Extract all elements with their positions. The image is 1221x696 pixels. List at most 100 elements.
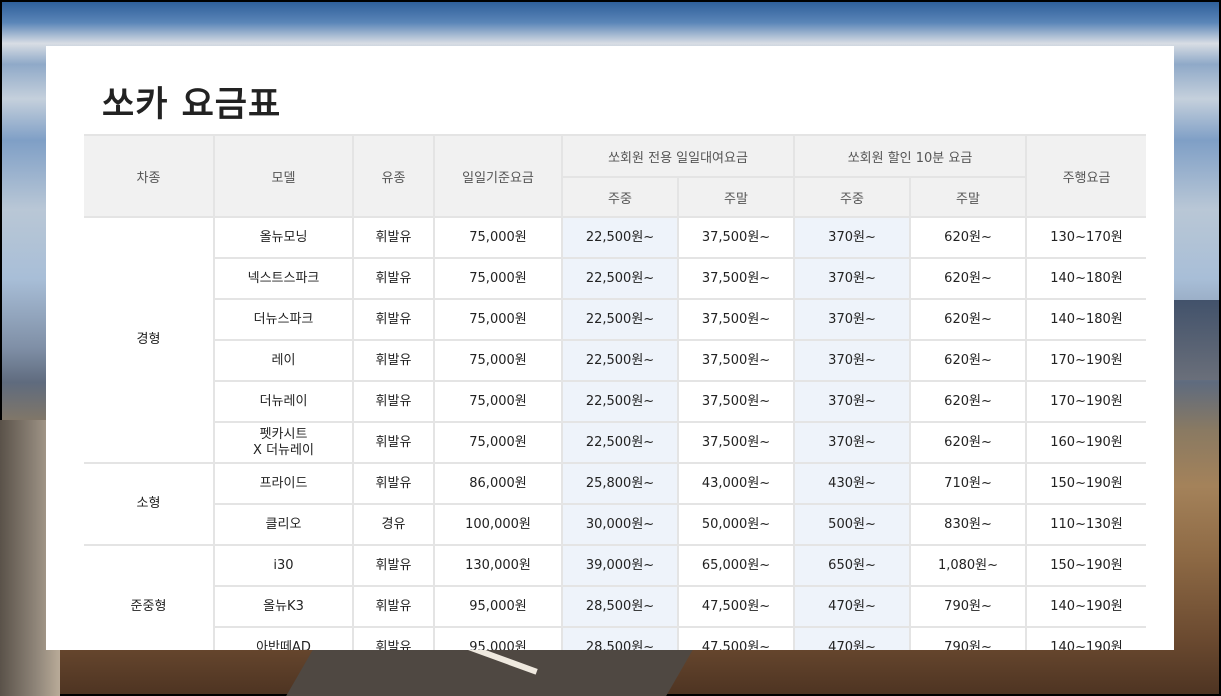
daily-base-cell: 75,000원 bbox=[433, 257, 563, 300]
header-daily-weekday: 주중 bbox=[561, 176, 679, 218]
tenmin-weekday-cell: 500원~ bbox=[793, 503, 912, 546]
tenmin-weekday-cell: 470원~ bbox=[793, 585, 912, 628]
daily-weekday-cell: 30,000원~ bbox=[561, 503, 679, 546]
header-member-10min: 쏘회원 할인 10분 요금 bbox=[793, 134, 1028, 178]
header-driving-fee: 주행요금 bbox=[1025, 134, 1147, 218]
page-title: 쏘카 요금표 bbox=[102, 85, 282, 125]
table-row: 클리오 경유 100,000원 30,000원~ 50,000원~ 500원~ 830원~ 1… bbox=[84, 503, 1147, 546]
tenmin-weekday-cell: 430원~ bbox=[793, 462, 912, 505]
driving-fee-cell: 140~180원 bbox=[1025, 298, 1147, 341]
daily-base-cell: 75,000원 bbox=[433, 216, 563, 259]
daily-base-cell: 75,000원 bbox=[433, 421, 563, 464]
daily-weekday-cell: 22,500원~ bbox=[561, 421, 679, 464]
model-cell: 클리오 bbox=[213, 503, 354, 546]
driving-fee-cell: 150~190원 bbox=[1025, 462, 1147, 505]
tenmin-weekday-cell: 370원~ bbox=[793, 339, 912, 382]
model-cell: 올뉴K3 bbox=[213, 585, 354, 628]
model-cell: 올뉴모닝 bbox=[213, 216, 354, 259]
header-10min-weekday: 주중 bbox=[793, 176, 912, 218]
daily-base-cell: 95,000원 bbox=[433, 585, 563, 628]
table-row: 레이 휘발유 75,000원 22,500원~ 37,500원~ 370원~ 620원~ 17… bbox=[84, 339, 1147, 382]
model-cell: 아반떼AD bbox=[213, 626, 354, 650]
daily-weekend-cell: 47,500원~ bbox=[676, 585, 796, 628]
fuel-cell: 휘발유 bbox=[352, 421, 435, 464]
daily-base-cell: 75,000원 bbox=[433, 339, 563, 382]
driving-fee-cell: 170~190원 bbox=[1025, 339, 1147, 382]
daily-base-cell: 95,000원 bbox=[433, 626, 563, 650]
tenmin-weekend-cell: 790원~ bbox=[909, 626, 1028, 650]
table-row: 경형 올뉴모닝 휘발유 75,000원 22,500원~ 37,500원~ 370원~ 620… bbox=[84, 216, 1147, 464]
category-cell: 경형 bbox=[84, 216, 215, 464]
driving-fee-cell: 140~180원 bbox=[1025, 257, 1147, 300]
header-model: 모델 bbox=[213, 134, 354, 218]
content-panel: 쏘카 요금표 차종 모델 유종 일일기준요금 쏘회원 전용 일일대여요금 쏘회원… bbox=[46, 46, 1174, 650]
daily-weekend-cell: 65,000원~ bbox=[676, 544, 796, 587]
daily-weekday-cell: 28,500원~ bbox=[561, 585, 679, 628]
fuel-cell: 휘발유 bbox=[352, 544, 435, 587]
driving-fee-cell: 140~190원 bbox=[1025, 626, 1147, 650]
tenmin-weekday-cell: 370원~ bbox=[793, 421, 912, 464]
driving-fee-cell: 170~190원 bbox=[1025, 380, 1147, 423]
daily-weekend-cell: 37,500원~ bbox=[676, 421, 796, 464]
fuel-cell: 휘발유 bbox=[352, 626, 435, 650]
fuel-cell: 휘발유 bbox=[352, 216, 435, 259]
header-member-daily: 쏘회원 전용 일일대여요금 bbox=[560, 134, 796, 178]
header-vehicle-type: 차종 bbox=[84, 134, 215, 218]
category-cell: 준중형 bbox=[84, 544, 215, 650]
table-row: 아반떼AD 휘발유 95,000원 28,500원~ 47,500원~ 470원~ 790원… bbox=[84, 626, 1147, 650]
tenmin-weekend-cell: 620원~ bbox=[909, 339, 1028, 382]
table-row: 펫카시트 X 더뉴레이 휘발유 75,000원 22,500원~ 37,500원~ 370… bbox=[84, 421, 1147, 464]
tenmin-weekend-cell: 790원~ bbox=[909, 585, 1028, 628]
header-10min-weekend: 주말 bbox=[909, 176, 1028, 218]
tenmin-weekend-cell: 620원~ bbox=[909, 298, 1028, 341]
fare-table-body: 경형 올뉴모닝 휘발유 75,000원 22,500원~ 37,500원~ 370원~ 620… bbox=[84, 216, 1147, 650]
fuel-cell: 휘발유 bbox=[352, 339, 435, 382]
daily-weekday-cell: 22,500원~ bbox=[561, 339, 679, 382]
daily-weekend-cell: 43,000원~ bbox=[676, 462, 796, 505]
daily-weekend-cell: 37,500원~ bbox=[676, 339, 796, 382]
daily-base-cell: 130,000원 bbox=[433, 544, 563, 587]
driving-fee-cell: 130~170원 bbox=[1025, 216, 1147, 259]
model-cell: 더뉴레이 bbox=[213, 380, 354, 423]
tenmin-weekend-cell: 620원~ bbox=[909, 421, 1028, 464]
daily-weekend-cell: 50,000원~ bbox=[676, 503, 796, 546]
table-row: 준중형 i30 휘발유 130,000원 39,000원~ 65,000원~ 650원~ 1,… bbox=[84, 544, 1147, 650]
fuel-cell: 휘발유 bbox=[352, 380, 435, 423]
driving-fee-cell: 110~130원 bbox=[1025, 503, 1147, 546]
tenmin-weekday-cell: 370원~ bbox=[793, 216, 912, 259]
model-cell: 레이 bbox=[213, 339, 354, 382]
tenmin-weekend-cell: 620원~ bbox=[909, 380, 1028, 423]
daily-weekday-cell: 25,800원~ bbox=[561, 462, 679, 505]
tenmin-weekday-cell: 370원~ bbox=[793, 380, 912, 423]
daily-base-cell: 75,000원 bbox=[433, 380, 563, 423]
header-fuel: 유종 bbox=[352, 134, 435, 218]
daily-weekend-cell: 37,500원~ bbox=[676, 216, 796, 259]
tenmin-weekend-cell: 710원~ bbox=[909, 462, 1028, 505]
model-cell: 넥스트스파크 bbox=[213, 257, 354, 300]
tenmin-weekday-cell: 470원~ bbox=[793, 626, 912, 650]
daily-weekend-cell: 37,500원~ bbox=[676, 298, 796, 341]
model-cell: 펫카시트 X 더뉴레이 bbox=[213, 421, 354, 464]
tenmin-weekend-cell: 1,080원~ bbox=[909, 544, 1028, 587]
model-cell: 프라이드 bbox=[213, 462, 354, 505]
table-row: 소형 프라이드 휘발유 86,000원 25,800원~ 43,000원~ 430원~ 710… bbox=[84, 462, 1147, 546]
tenmin-weekday-cell: 650원~ bbox=[793, 544, 912, 587]
table-row: 넥스트스파크 휘발유 75,000원 22,500원~ 37,500원~ 370원~ 620… bbox=[84, 257, 1147, 300]
tenmin-weekend-cell: 620원~ bbox=[909, 216, 1028, 259]
model-cell: i30 bbox=[213, 544, 354, 587]
category-cell: 소형 bbox=[84, 462, 215, 546]
daily-base-cell: 75,000원 bbox=[433, 298, 563, 341]
background-mountains bbox=[1171, 300, 1219, 380]
daily-base-cell: 100,000원 bbox=[433, 503, 563, 546]
daily-weekday-cell: 22,500원~ bbox=[561, 380, 679, 423]
daily-weekday-cell: 22,500원~ bbox=[561, 257, 679, 300]
table-row: 더뉴스파크 휘발유 75,000원 22,500원~ 37,500원~ 370원~ 620원… bbox=[84, 298, 1147, 341]
header-daily-base: 일일기준요금 bbox=[433, 134, 563, 218]
daily-weekday-cell: 22,500원~ bbox=[561, 298, 679, 341]
driving-fee-cell: 140~190원 bbox=[1025, 585, 1147, 628]
fuel-cell: 휘발유 bbox=[352, 298, 435, 341]
tenmin-weekend-cell: 830원~ bbox=[909, 503, 1028, 546]
model-cell: 더뉴스파크 bbox=[213, 298, 354, 341]
fuel-cell: 휘발유 bbox=[352, 257, 435, 300]
daily-base-cell: 86,000원 bbox=[433, 462, 563, 505]
